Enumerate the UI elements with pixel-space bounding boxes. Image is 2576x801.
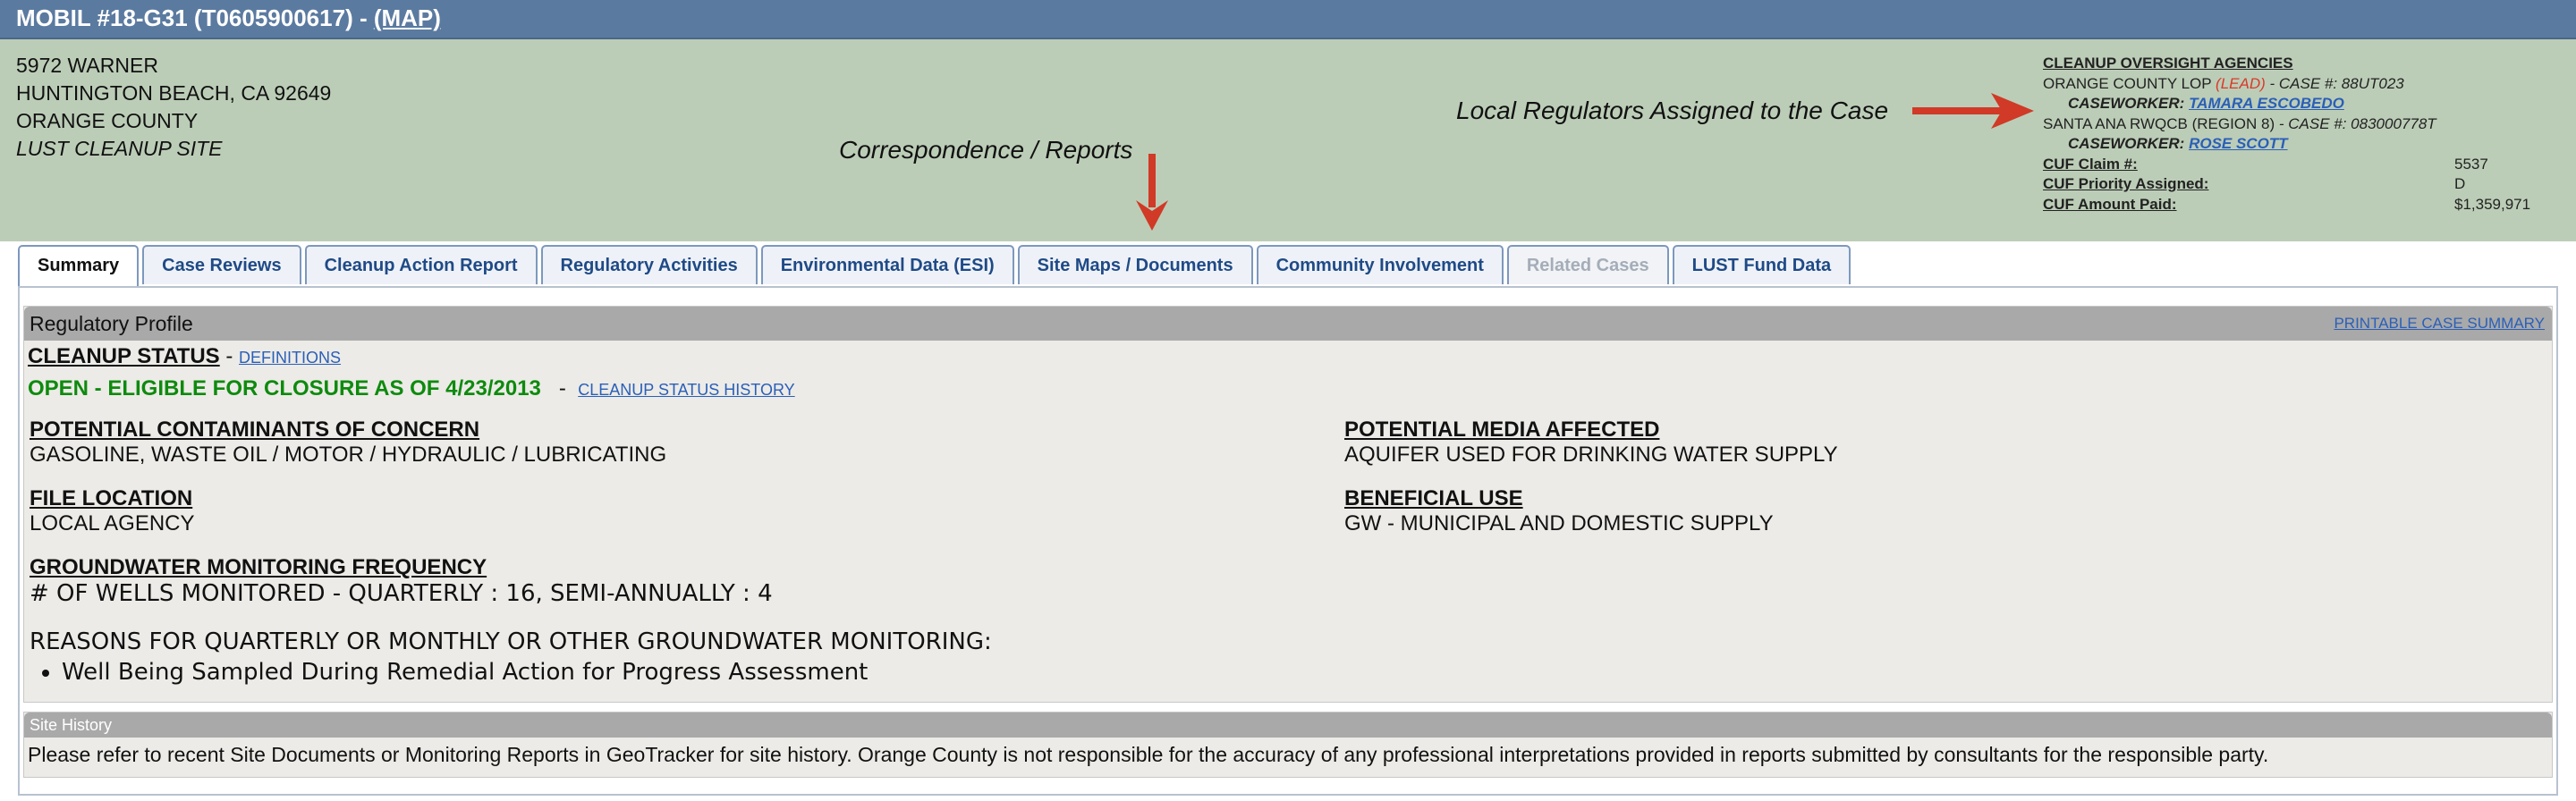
case-tabs: Summary Case Reviews Cleanup Action Repo… (18, 245, 1852, 286)
contaminants-section: POTENTIAL CONTAMINANTS OF CONCERN GASOLI… (30, 417, 666, 468)
agency-row: ORANGE COUNTY LOP (LEAD) - CASE #: 88UT0… (2043, 74, 2567, 95)
definitions-link[interactable]: DEFINITIONS (239, 349, 341, 367)
caseworker-row: CASEWORKER: TAMARA ESCOBEDO (2043, 94, 2567, 114)
tab-case-reviews[interactable]: Case Reviews (142, 245, 301, 284)
page-title-bar: MOBIL #18-G31 (T0605900617) - (MAP) (0, 0, 2576, 39)
cuf-label: CUF Priority Assigned: (2043, 175, 2209, 192)
cuf-label: CUF Amount Paid: (2043, 195, 2177, 213)
agency-name: SANTA ANA RWQCB (REGION 8) (2043, 114, 2275, 132)
correspondence-annotation: Correspondence / Reports (839, 136, 1133, 164)
cuf-row: CUF Claim #: 5537 (2043, 155, 2567, 175)
caseworker-label: CASEWORKER: (2068, 135, 2190, 152)
agency-name: ORANGE COUNTY LOP (2043, 74, 2216, 92)
page-title: MOBIL #18-G31 (T0605900617) - (16, 4, 374, 31)
caseworker-link[interactable]: ROSE SCOTT (2189, 135, 2288, 152)
file-location-section: FILE LOCATION LOCAL AGENCY (30, 486, 195, 536)
tab-community-involvement[interactable]: Community Involvement (1256, 245, 1504, 284)
cleanup-status-value: OPEN - ELIGIBLE FOR CLOSURE AS OF 4/23/2… (28, 376, 541, 400)
lead-badge: (LEAD) (2216, 74, 2266, 92)
tab-cleanup-action-report[interactable]: Cleanup Action Report (304, 245, 538, 284)
cuf-row: CUF Priority Assigned: D (2043, 174, 2567, 195)
file-location-value: LOCAL AGENCY (30, 511, 195, 535)
map-link[interactable]: (MAP) (374, 4, 441, 31)
tab-regulatory-activities[interactable]: Regulatory Activities (540, 245, 758, 284)
tab-related-cases: Related Cases (1506, 245, 1669, 284)
contaminants-label: POTENTIAL CONTAMINANTS OF CONCERN (30, 417, 480, 442)
wells-monitored: # OF WELLS MONITORED - QUARTERLY : 16, S… (30, 580, 773, 607)
site-history-title: Site History (24, 712, 2552, 738)
address-county: ORANGE COUNTY (16, 109, 199, 132)
cuf-label: CUF Claim #: (2043, 155, 2138, 173)
media-value: AQUIFER USED FOR DRINKING WATER SUPPLY (1344, 443, 1838, 467)
gw-monitoring-section: GROUNDWATER MONITORING FREQUENCY # OF WE… (30, 555, 773, 607)
agency-case-number: - CASE #: 88UT023 (2265, 74, 2404, 92)
site-type: LUST CLEANUP SITE (16, 137, 223, 160)
site-history-text: Please refer to recent Site Documents or… (28, 743, 2269, 766)
regulatory-profile: Regulatory Profile PRINTABLE CASE SUMMAR… (23, 306, 2553, 703)
site-info-band: 5972 WARNER HUNTINGTON BEACH, CA 92649 O… (0, 39, 2576, 241)
contaminants-value: GASOLINE, WASTE OIL / MOTOR / HYDRAULIC … (30, 443, 667, 467)
agency-case-number: - CASE #: 083000778T (2275, 114, 2436, 132)
tab-summary[interactable]: Summary (18, 245, 140, 286)
local-regulators-annotation: Local Regulators Assigned to the Case (1456, 97, 1889, 124)
regulatory-profile-title: Regulatory Profile (30, 312, 193, 335)
media-section: POTENTIAL MEDIA AFFECTED AQUIFER USED FO… (1344, 417, 1838, 468)
site-history: Site History Please refer to recent Site… (23, 712, 2553, 778)
caseworker-link[interactable]: TAMARA ESCOBEDO (2189, 95, 2344, 112)
media-label: POTENTIAL MEDIA AFFECTED (1344, 417, 1660, 442)
monitoring-reasons-list: Well Being Sampled During Remedial Actio… (30, 659, 992, 686)
cleanup-status-history-link[interactable]: CLEANUP STATUS HISTORY (578, 381, 794, 399)
list-item: Well Being Sampled During Remedial Actio… (62, 659, 992, 686)
cuf-row: CUF Amount Paid: $1,359,971 (2043, 195, 2567, 215)
cleanup-status-heading: CLEANUP STATUS - DEFINITIONS (28, 344, 342, 368)
agency-row: SANTA ANA RWQCB (REGION 8) - CASE #: 083… (2043, 114, 2567, 135)
tab-environmental-data[interactable]: Environmental Data (ESI) (760, 245, 1014, 284)
monitoring-reasons-section: REASONS FOR QUARTERLY OR MONTHLY OR OTHE… (30, 628, 992, 686)
caseworker-label: CASEWORKER: (2068, 95, 2190, 112)
agencies-heading: CLEANUP OVERSIGHT AGENCIES (2043, 55, 2293, 72)
address-city: HUNTINGTON BEACH, CA 92649 (16, 81, 332, 105)
tab-site-maps-documents[interactable]: Site Maps / Documents (1017, 245, 1253, 284)
cleanup-status-label: CLEANUP STATUS (28, 344, 220, 368)
cuf-value: $1,359,971 (2454, 195, 2531, 213)
printable-case-summary-link[interactable]: PRINTABLE CASE SUMMARY (2334, 307, 2545, 341)
caseworker-row: CASEWORKER: ROSE SCOTT (2043, 134, 2567, 155)
beneficial-use-value: GW - MUNICIPAL AND DOMESTIC SUPPLY (1344, 511, 1774, 535)
file-location-label: FILE LOCATION (30, 486, 193, 510)
cuf-value: 5537 (2454, 155, 2488, 173)
beneficial-use-label: BENEFICIAL USE (1344, 486, 1523, 510)
cuf-value: D (2454, 175, 2466, 192)
oversight-agencies: CLEANUP OVERSIGHT AGENCIES ORANGE COUNTY… (2043, 54, 2567, 215)
gw-frequency-label: GROUNDWATER MONITORING FREQUENCY (30, 555, 487, 579)
cleanup-status-row: OPEN - ELIGIBLE FOR CLOSURE AS OF 4/23/2… (28, 376, 795, 400)
regulatory-profile-header: Regulatory Profile PRINTABLE CASE SUMMAR… (24, 307, 2552, 341)
beneficial-use-section: BENEFICIAL USE GW - MUNICIPAL AND DOMEST… (1344, 486, 1774, 536)
monitoring-reasons-label: REASONS FOR QUARTERLY OR MONTHLY OR OTHE… (30, 628, 992, 655)
address-street: 5972 WARNER (16, 54, 158, 77)
tab-lust-fund-data[interactable]: LUST Fund Data (1672, 245, 1852, 284)
site-address: 5972 WARNER HUNTINGTON BEACH, CA 92649 O… (16, 52, 331, 163)
